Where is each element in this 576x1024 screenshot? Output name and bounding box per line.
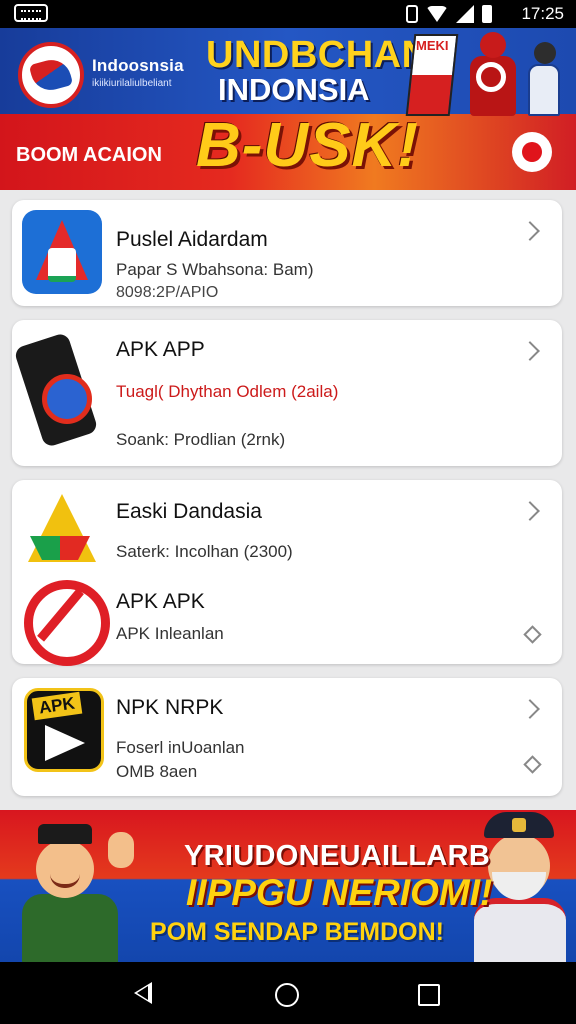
app-meta: 8098:2P/APIO [116, 284, 219, 301]
banner-action-button[interactable] [512, 132, 552, 172]
app-title: APK APK [116, 590, 205, 613]
app-card[interactable]: Puslel Aidardam Papar S Wbahsona: Bam) 8… [12, 200, 562, 306]
app-a-icon [22, 210, 102, 294]
chevron-icon[interactable] [520, 221, 540, 241]
battery-icon [482, 5, 492, 23]
app-title: Puslel Aidardam [116, 228, 268, 251]
status-bar: 17:25 [0, 0, 576, 28]
banner-mascot [462, 32, 522, 116]
apk-icon: APK [24, 688, 104, 772]
banner-cartoon-man [20, 824, 134, 962]
bottom-banner-line2: IIPPGU NERIOMI! [186, 872, 493, 913]
bottom-banner-line3: POM SENDAP BEMDON! [150, 918, 445, 946]
apk-icon-label: APK [31, 691, 83, 721]
app-subtitle: APK Inleanlan [116, 624, 224, 643]
home-icon[interactable] [275, 983, 299, 1007]
recent-apps-icon[interactable] [418, 984, 440, 1006]
top-banner[interactable]: Indoosnsia ikiikiurilaliulbeliant UNDBCH… [0, 28, 576, 190]
bottom-banner-line1: YRIUDONEUAILLARB [184, 840, 491, 872]
app-subtitle: Foserl inUoanlan [116, 738, 245, 757]
app-title: NPK NRPK [116, 696, 224, 719]
triangle-app-icon [20, 488, 100, 572]
app-card[interactable]: APK APP Tuagl( Dhythan Odlem (2aila) Soa… [12, 320, 562, 466]
app-card-group: Easki Dandasia Saterk: Incolhan (2300) A… [12, 480, 562, 666]
app-title: Easki Dandasia [116, 500, 262, 523]
flag-text: MEKI [416, 38, 449, 53]
banner-headline: B-USK! [196, 111, 419, 180]
clock: 17:25 [521, 4, 564, 23]
org-name: Indoosnsia [92, 56, 184, 75]
banner-title-line1: UNDBCHAN [206, 34, 430, 76]
list-item[interactable]: APK APK APK Inleanlan [12, 572, 562, 666]
banner-title-line2: INDONSIA [218, 72, 370, 107]
vibrate-icon [406, 5, 418, 23]
org-logo [18, 42, 84, 108]
app-card[interactable]: APK NPK NRPK Foserl inUoanlan OMB 8aen [12, 678, 562, 796]
app-meta: OMB 8aen [116, 762, 198, 781]
app-subtitle: Papar S Wbahsona: Bam) [116, 260, 314, 279]
navigation-bar [0, 962, 576, 1024]
app-meta: Soank: Prodlian (2rnk) [116, 430, 286, 449]
chevron-icon[interactable] [520, 341, 540, 361]
org-subtitle: ikiikiurilaliulbeliant [92, 78, 172, 89]
bottom-banner[interactable]: YRIUDONEUAILLARB IIPPGU NERIOMI! POM SEN… [0, 810, 576, 962]
no-sign-icon [20, 574, 110, 666]
banner-person [526, 42, 562, 116]
banner-action-label: BOOM ACAION [16, 144, 162, 166]
diamond-icon[interactable] [523, 625, 542, 644]
back-icon[interactable] [134, 982, 152, 1004]
chevron-icon[interactable] [520, 699, 540, 719]
list-item[interactable]: Easki Dandasia Saterk: Incolhan (2300) [12, 480, 562, 572]
phone-app-icon [18, 334, 98, 424]
chevron-icon[interactable] [520, 501, 540, 521]
status-icons [406, 5, 492, 23]
diamond-icon[interactable] [523, 755, 542, 774]
signal-icon [456, 5, 474, 23]
app-title: APK APP [116, 338, 205, 361]
app-subtitle: Tuagl( Dhythan Odlem (2aila) [116, 382, 339, 401]
wifi-icon [426, 6, 448, 22]
notification-icon [14, 4, 48, 22]
app-subtitle: Saterk: Incolhan (2300) [116, 542, 293, 561]
